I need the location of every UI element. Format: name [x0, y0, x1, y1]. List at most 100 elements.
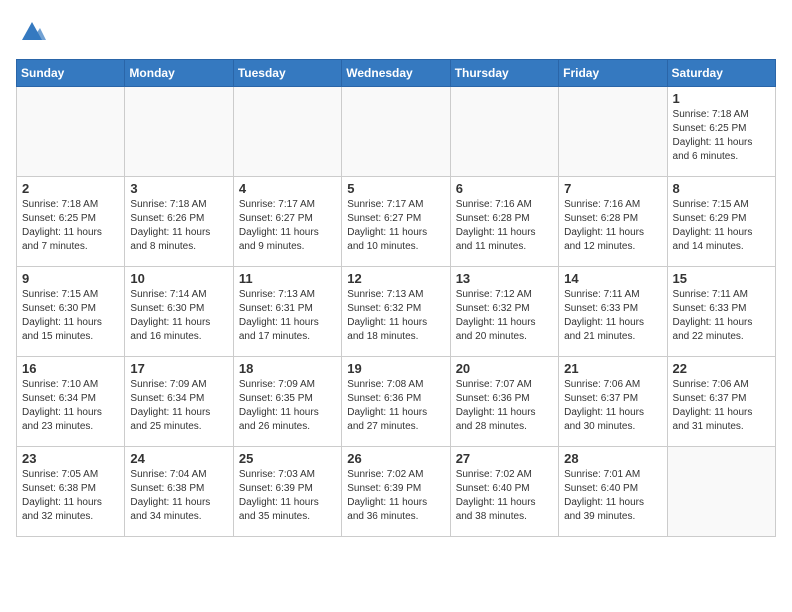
calendar-cell: 6 Sunrise: 7:16 AM Sunset: 6:28 PM Daylig… [450, 177, 558, 267]
calendar-cell: 26Sunrise: 7:02 AM Sunset: 6:39 PM Dayli… [342, 447, 450, 537]
day-number: 23 [22, 451, 119, 466]
day-info: Sunrise: 7:04 AM Sunset: 6:38 PM Dayligh… [130, 468, 227, 524]
calendar-cell: 21Sunrise: 7:06 AM Sunset: 6:37 PM Dayli… [559, 357, 667, 447]
calendar-cell [450, 87, 558, 177]
calendar-cell: 13 Sunrise: 7:12 AM Sunset: 6:32 PM Dayli… [450, 267, 558, 357]
page-header [16, 16, 776, 49]
calendar-cell: 1 Sunrise: 7:18 AM Sunset: 6:25 PM Daylig… [667, 87, 775, 177]
day-info: Sunrise: 7:02 AM Sunset: 6:40 PM Dayligh… [456, 468, 553, 524]
calendar-week-row: 9 Sunrise: 7:15 AM Sunset: 6:30 PM Daylig… [17, 267, 776, 357]
day-info: Sunrise: 7:01 AM Sunset: 6:40 PM Dayligh… [564, 468, 661, 524]
calendar-cell: 12 Sunrise: 7:13 AM Sunset: 6:32 PM Dayli… [342, 267, 450, 357]
calendar-week-row: 16 Sunrise: 7:10 AM Sunset: 6:34 PM Dayli… [17, 357, 776, 447]
calendar-cell: 16 Sunrise: 7:10 AM Sunset: 6:34 PM Dayli… [17, 357, 125, 447]
day-number: 12 [347, 271, 444, 286]
day-number: 17 [130, 361, 227, 376]
day-number: 5 [347, 181, 444, 196]
weekday-header-monday: Monday [125, 60, 233, 87]
calendar-cell: 3 Sunrise: 7:18 AM Sunset: 6:26 PM Daylig… [125, 177, 233, 267]
day-info: Sunrise: 7:09 AM Sunset: 6:35 PM Dayligh… [239, 378, 336, 434]
day-info: Sunrise: 7:13 AM Sunset: 6:32 PM Dayligh… [347, 288, 444, 344]
day-number: 1 [673, 91, 770, 106]
calendar-cell [342, 87, 450, 177]
calendar-cell: 18Sunrise: 7:09 AM Sunset: 6:35 PM Dayli… [233, 357, 341, 447]
weekday-header-thursday: Thursday [450, 60, 558, 87]
weekday-header-saturday: Saturday [667, 60, 775, 87]
day-info: Sunrise: 7:18 AM Sunset: 6:25 PM Dayligh… [673, 108, 770, 164]
calendar-cell: 24Sunrise: 7:04 AM Sunset: 6:38 PM Dayli… [125, 447, 233, 537]
calendar-cell: 20 Sunrise: 7:07 AM Sunset: 6:36 PM Dayli… [450, 357, 558, 447]
day-info: Sunrise: 7:10 AM Sunset: 6:34 PM Dayligh… [22, 378, 119, 434]
day-info: Sunrise: 7:18 AM Sunset: 6:25 PM Dayligh… [22, 198, 119, 254]
calendar-week-row: 1 Sunrise: 7:18 AM Sunset: 6:25 PM Daylig… [17, 87, 776, 177]
day-number: 27 [456, 451, 553, 466]
day-number: 15 [673, 271, 770, 286]
day-info: Sunrise: 7:11 AM Sunset: 6:33 PM Dayligh… [564, 288, 661, 344]
day-number: 28 [564, 451, 661, 466]
day-number: 26 [347, 451, 444, 466]
day-number: 6 [456, 181, 553, 196]
calendar-cell [667, 447, 775, 537]
day-info: Sunrise: 7:13 AM Sunset: 6:31 PM Dayligh… [239, 288, 336, 344]
day-number: 3 [130, 181, 227, 196]
calendar-week-row: 23Sunrise: 7:05 AM Sunset: 6:38 PM Dayli… [17, 447, 776, 537]
calendar-cell: 27 Sunrise: 7:02 AM Sunset: 6:40 PM Dayli… [450, 447, 558, 537]
day-info: Sunrise: 7:09 AM Sunset: 6:34 PM Dayligh… [130, 378, 227, 434]
day-number: 22 [673, 361, 770, 376]
calendar-table: SundayMondayTuesdayWednesdayThursdayFrid… [16, 59, 776, 537]
day-number: 25 [239, 451, 336, 466]
day-info: Sunrise: 7:08 AM Sunset: 6:36 PM Dayligh… [347, 378, 444, 434]
logo [16, 16, 46, 49]
day-info: Sunrise: 7:15 AM Sunset: 6:30 PM Dayligh… [22, 288, 119, 344]
day-number: 16 [22, 361, 119, 376]
calendar-cell: 7 Sunrise: 7:16 AM Sunset: 6:28 PM Daylig… [559, 177, 667, 267]
calendar-cell: 4 Sunrise: 7:17 AM Sunset: 6:27 PM Daylig… [233, 177, 341, 267]
weekday-header-sunday: Sunday [17, 60, 125, 87]
calendar-cell: 2 Sunrise: 7:18 AM Sunset: 6:25 PM Daylig… [17, 177, 125, 267]
day-info: Sunrise: 7:03 AM Sunset: 6:39 PM Dayligh… [239, 468, 336, 524]
calendar-cell: 23Sunrise: 7:05 AM Sunset: 6:38 PM Dayli… [17, 447, 125, 537]
day-number: 4 [239, 181, 336, 196]
calendar-cell [125, 87, 233, 177]
day-number: 7 [564, 181, 661, 196]
day-info: Sunrise: 7:17 AM Sunset: 6:27 PM Dayligh… [347, 198, 444, 254]
day-number: 13 [456, 271, 553, 286]
calendar-cell [233, 87, 341, 177]
calendar-cell: 17 Sunrise: 7:09 AM Sunset: 6:34 PM Dayli… [125, 357, 233, 447]
day-number: 11 [239, 271, 336, 286]
calendar-cell [17, 87, 125, 177]
calendar-cell: 25 Sunrise: 7:03 AM Sunset: 6:39 PM Dayli… [233, 447, 341, 537]
day-info: Sunrise: 7:06 AM Sunset: 6:37 PM Dayligh… [673, 378, 770, 434]
day-info: Sunrise: 7:15 AM Sunset: 6:29 PM Dayligh… [673, 198, 770, 254]
day-number: 9 [22, 271, 119, 286]
calendar-cell [559, 87, 667, 177]
weekday-header-row: SundayMondayTuesdayWednesdayThursdayFrid… [17, 60, 776, 87]
day-number: 14 [564, 271, 661, 286]
calendar-cell: 19 Sunrise: 7:08 AM Sunset: 6:36 PM Dayli… [342, 357, 450, 447]
day-info: Sunrise: 7:11 AM Sunset: 6:33 PM Dayligh… [673, 288, 770, 344]
day-number: 8 [673, 181, 770, 196]
day-info: Sunrise: 7:12 AM Sunset: 6:32 PM Dayligh… [456, 288, 553, 344]
calendar-cell: 14 Sunrise: 7:11 AM Sunset: 6:33 PM Dayli… [559, 267, 667, 357]
day-info: Sunrise: 7:07 AM Sunset: 6:36 PM Dayligh… [456, 378, 553, 434]
day-number: 2 [22, 181, 119, 196]
day-info: Sunrise: 7:18 AM Sunset: 6:26 PM Dayligh… [130, 198, 227, 254]
calendar-cell: 11 Sunrise: 7:13 AM Sunset: 6:31 PM Dayli… [233, 267, 341, 357]
logo-icon [18, 16, 46, 44]
calendar-week-row: 2 Sunrise: 7:18 AM Sunset: 6:25 PM Daylig… [17, 177, 776, 267]
day-info: Sunrise: 7:17 AM Sunset: 6:27 PM Dayligh… [239, 198, 336, 254]
day-info: Sunrise: 7:14 AM Sunset: 6:30 PM Dayligh… [130, 288, 227, 344]
day-info: Sunrise: 7:16 AM Sunset: 6:28 PM Dayligh… [564, 198, 661, 254]
weekday-header-tuesday: Tuesday [233, 60, 341, 87]
day-number: 19 [347, 361, 444, 376]
day-info: Sunrise: 7:16 AM Sunset: 6:28 PM Dayligh… [456, 198, 553, 254]
calendar-cell: 22 Sunrise: 7:06 AM Sunset: 6:37 PM Dayli… [667, 357, 775, 447]
calendar-cell: 8 Sunrise: 7:15 AM Sunset: 6:29 PM Daylig… [667, 177, 775, 267]
day-number: 21 [564, 361, 661, 376]
day-number: 10 [130, 271, 227, 286]
weekday-header-wednesday: Wednesday [342, 60, 450, 87]
calendar-cell: 10 Sunrise: 7:14 AM Sunset: 6:30 PM Dayli… [125, 267, 233, 357]
calendar-cell: 15 Sunrise: 7:11 AM Sunset: 6:33 PM Dayli… [667, 267, 775, 357]
calendar-cell: 28 Sunrise: 7:01 AM Sunset: 6:40 PM Dayli… [559, 447, 667, 537]
day-number: 20 [456, 361, 553, 376]
